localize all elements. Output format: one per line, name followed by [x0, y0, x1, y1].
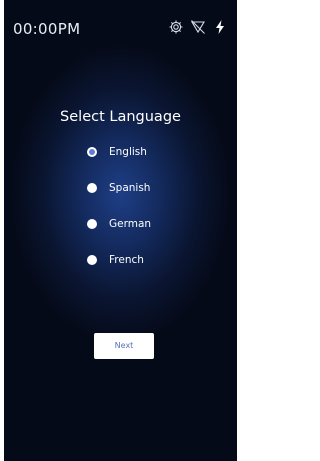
- radio-button-selected[interactable]: [87, 147, 97, 157]
- no-signal-icon: [190, 19, 206, 35]
- page-title: Select Language: [60, 109, 181, 125]
- lightning-bolt-icon: [212, 19, 228, 35]
- language-option-label: English: [109, 146, 147, 158]
- status-icons: [168, 18, 228, 36]
- status-bar: 00:00PM: [4, 0, 237, 44]
- status-time: 00:00PM: [13, 20, 81, 38]
- radio-button[interactable]: [87, 219, 97, 229]
- language-option-french[interactable]: French: [87, 251, 197, 287]
- language-option-label: French: [109, 254, 144, 266]
- language-option-german[interactable]: German: [87, 215, 197, 251]
- language-option-spanish[interactable]: Spanish: [87, 179, 197, 215]
- radio-button[interactable]: [87, 255, 97, 265]
- language-option-label: Spanish: [109, 182, 151, 194]
- language-select-screen: 00:00PM Select Language English Spanish …: [4, 0, 237, 461]
- language-options: English Spanish German French: [87, 143, 197, 287]
- next-button[interactable]: Next: [94, 333, 154, 359]
- language-option-label: German: [109, 218, 152, 230]
- language-option-english[interactable]: English: [87, 143, 197, 179]
- radio-button[interactable]: [87, 183, 97, 193]
- gear-icon[interactable]: [168, 19, 184, 35]
